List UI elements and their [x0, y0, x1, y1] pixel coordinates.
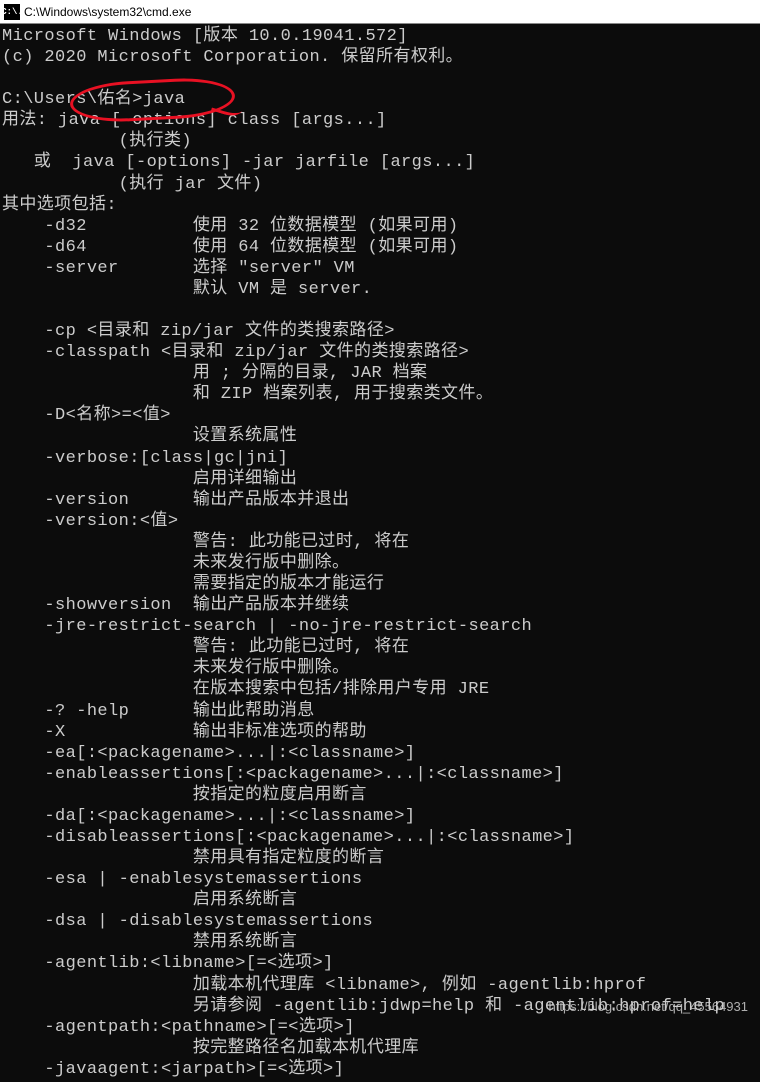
window-titlebar: C:\. C:\Windows\system32\cmd.exe: [0, 0, 760, 24]
terminal-output[interactable]: Microsoft Windows [版本 10.0.19041.572] (c…: [0, 24, 760, 1082]
watermark-text: https://blog.csdn.net/qq_45564931: [549, 999, 749, 1014]
window-title: C:\Windows\system32\cmd.exe: [24, 5, 191, 19]
cmd-icon: C:\.: [4, 4, 20, 20]
